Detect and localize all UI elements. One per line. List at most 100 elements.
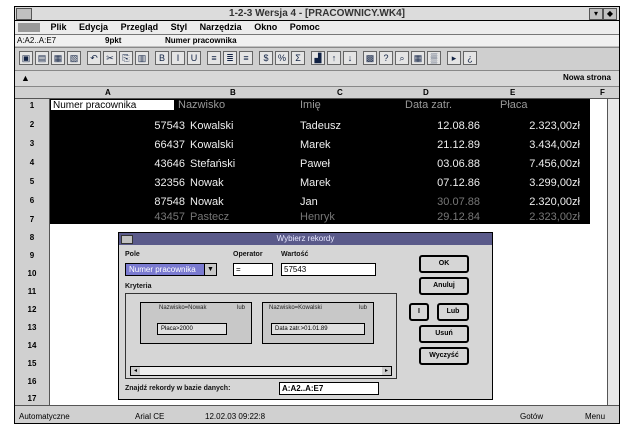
table-cell[interactable]: 07.12.86 — [410, 177, 480, 190]
ok-button[interactable]: OK — [419, 255, 469, 273]
table-cell[interactable]: 43646 — [110, 158, 185, 171]
criteria-pane-1-value[interactable]: Płaca>2000 — [157, 323, 227, 335]
next-set-icon[interactable]: ▸ — [447, 51, 461, 65]
table-cell[interactable]: 2.323,00zł — [490, 120, 580, 133]
field-dropdown[interactable]: Numer pracownika ▼ — [125, 263, 217, 276]
paste-icon[interactable]: ▥ — [135, 51, 149, 65]
table-cell[interactable]: Nowak — [190, 196, 224, 209]
dialog-system-menu-icon[interactable] — [121, 235, 133, 244]
criteria-horizontal-scrollbar[interactable]: ◂ ▸ — [130, 366, 392, 376]
save-icon[interactable]: ▤ — [35, 51, 49, 65]
undo-icon[interactable]: ↶ — [87, 51, 101, 65]
table-cell[interactable]: 87548 — [110, 196, 185, 209]
column-header-a[interactable]: A — [105, 87, 111, 98]
table-cell[interactable]: Kowalski — [190, 139, 233, 152]
sort-ascending-icon[interactable]: ↑ — [327, 51, 341, 65]
bold-icon[interactable]: B — [155, 51, 169, 65]
table-cell[interactable]: Marek — [300, 139, 331, 152]
table-cell[interactable]: 3.434,00zł — [490, 139, 580, 152]
table-cell[interactable]: 66437 — [110, 139, 185, 152]
row-header[interactable]: 6 — [15, 196, 49, 205]
row-header[interactable]: 2 — [15, 120, 49, 129]
align-center-icon[interactable]: ≣ — [223, 51, 237, 65]
table-cell[interactable]: Henryk — [300, 211, 335, 224]
row-header[interactable]: 14 — [15, 341, 49, 350]
find-icon[interactable]: ⌕ — [395, 51, 409, 65]
chart-icon[interactable]: ▟ — [311, 51, 325, 65]
table-cell[interactable]: 12.08.86 — [410, 120, 480, 133]
currency-icon[interactable]: $ — [259, 51, 273, 65]
italic-icon[interactable]: I — [171, 51, 185, 65]
sheet-tab-icon[interactable]: ▲ — [21, 73, 30, 83]
table-cell[interactable]: 30.07.88 — [410, 196, 480, 209]
row-header[interactable]: 4 — [15, 158, 49, 167]
preview-icon[interactable]: ▧ — [67, 51, 81, 65]
table-cell[interactable]: 32356 — [110, 177, 185, 190]
table-cell[interactable]: 7.456,00zł — [490, 158, 580, 171]
table-cell[interactable]: Tadeusz — [300, 120, 341, 133]
percent-icon[interactable]: % — [275, 51, 289, 65]
row-header[interactable]: 11 — [15, 287, 49, 296]
underline-icon[interactable]: U — [187, 51, 201, 65]
row-header[interactable]: 16 — [15, 377, 49, 386]
menu-item-przeglad[interactable]: Przegląd — [116, 21, 164, 34]
cell-a1[interactable]: Numer pracownika — [50, 99, 175, 111]
menu-item-plik[interactable]: Plik — [46, 21, 72, 34]
query-icon[interactable]: ? — [379, 51, 393, 65]
table-cell[interactable]: 03.06.88 — [410, 158, 480, 171]
criteria-pane-1[interactable]: Nazwisko=Nowak lub Płaca>2000 — [140, 302, 252, 344]
menu-item-pomoc[interactable]: Pomoc — [285, 21, 325, 34]
table-cell[interactable]: Nowak — [190, 177, 224, 190]
new-sheet-button[interactable]: Nowa strona — [563, 73, 611, 82]
row-header[interactable]: 8 — [15, 233, 49, 242]
clear-button[interactable]: Usuń — [419, 325, 469, 343]
table-cell[interactable]: Kowalski — [190, 120, 233, 133]
criteria-pane-2-value[interactable]: Data zatr.>01.01.89 — [271, 323, 365, 335]
table-cell[interactable]: Jan — [300, 196, 318, 209]
table-cell[interactable]: 29.12.84 — [410, 211, 480, 224]
align-left-icon[interactable]: ≡ — [207, 51, 221, 65]
column-header-f[interactable]: F — [600, 87, 605, 98]
table-cell[interactable]: 57543 — [110, 120, 185, 133]
cell-header[interactable]: Nazwisko — [178, 99, 225, 112]
table-cell[interactable]: 3.299,00zł — [490, 177, 580, 190]
row-header[interactable]: 12 — [15, 305, 49, 314]
and-button[interactable]: I — [409, 303, 429, 321]
column-header-e[interactable]: E — [510, 87, 515, 98]
row-header[interactable]: 13 — [15, 323, 49, 332]
cell-header[interactable]: Data zatr. — [405, 99, 452, 112]
status-format[interactable]: Automatyczne — [19, 412, 70, 421]
row-header[interactable]: 9 — [15, 251, 49, 260]
sort-descending-icon[interactable]: ↓ — [343, 51, 357, 65]
table-cell[interactable]: Stefański — [190, 158, 235, 171]
row-header[interactable]: 17 — [15, 394, 49, 403]
document-system-icon[interactable] — [18, 23, 40, 32]
column-header-c[interactable]: C — [337, 87, 343, 98]
selected-range[interactable]: Numer pracownika Nazwisko Imię Data zatr… — [50, 99, 590, 224]
table-cell[interactable]: Pastecz — [190, 211, 229, 224]
cell-header[interactable]: Imię — [300, 99, 321, 112]
vertical-scrollbar[interactable] — [607, 99, 619, 405]
scroll-right-icon[interactable]: ▸ — [382, 367, 391, 375]
cut-icon[interactable]: ✂ — [103, 51, 117, 65]
table-cell[interactable]: 21.12.89 — [410, 139, 480, 152]
chevron-down-icon[interactable]: ▼ — [204, 264, 216, 275]
table-cell[interactable]: 43457 — [110, 211, 185, 224]
status-font[interactable]: Arial CE — [135, 412, 164, 421]
menu-item-okno[interactable]: Okno — [249, 21, 282, 34]
menu-item-edycja[interactable]: Edycja — [74, 21, 113, 34]
database-icon[interactable]: ▩ — [363, 51, 377, 65]
formula-content[interactable]: Numer pracownika — [165, 35, 237, 46]
row-header[interactable]: 15 — [15, 359, 49, 368]
or-button[interactable]: Lub — [437, 303, 469, 321]
scroll-left-icon[interactable]: ◂ — [131, 367, 140, 375]
row-header[interactable]: 1 — [15, 101, 49, 110]
grid-icon[interactable]: ▦ — [411, 51, 425, 65]
value-combo[interactable]: 57543 — [281, 263, 376, 276]
print-icon[interactable]: ▦ — [51, 51, 65, 65]
copy-icon[interactable]: ⎘ — [119, 51, 133, 65]
row-header[interactable]: 3 — [15, 139, 49, 148]
menu-item-narzedzia[interactable]: Narzędzia — [195, 21, 247, 34]
extract-range-combo[interactable]: A:A2..A:E7 — [279, 382, 379, 395]
help-icon[interactable]: ¿ — [463, 51, 477, 65]
